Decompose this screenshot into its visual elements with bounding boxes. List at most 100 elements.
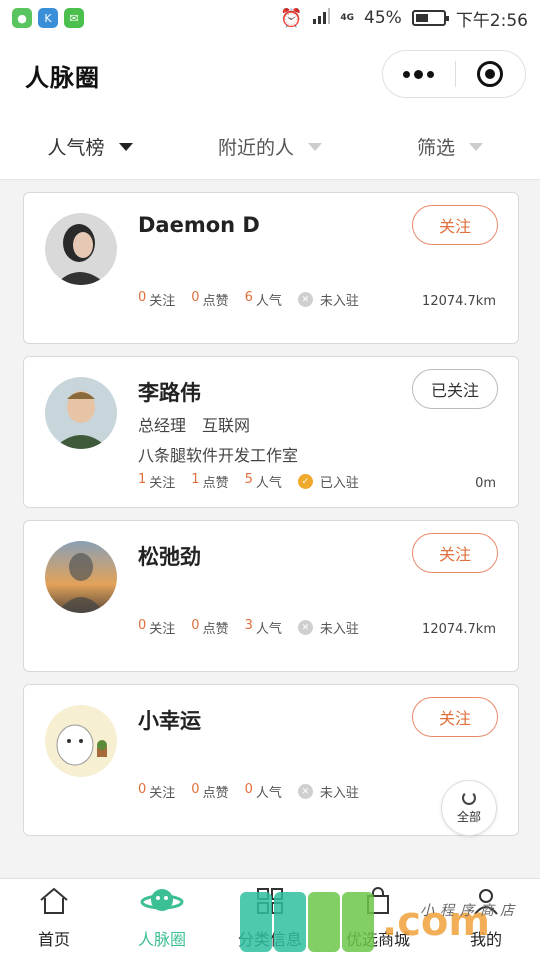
like-count: 1 (191, 472, 200, 487)
like-label: 点赞 (202, 622, 229, 637)
battery-icon (411, 10, 449, 26)
company-name: 八条腿软件开发工作室 (138, 446, 299, 465)
contact-stats: 0 关注 0 点赞 0 人气 ✕ 未入驻 (138, 782, 359, 801)
avatar[interactable] (45, 213, 117, 285)
tab-bar: 首页 人脉圈 分类信息 优选商城 我的 (0, 878, 540, 960)
alarm-icon: ⏰ (279, 7, 303, 29)
join-status: 未入驻 (319, 622, 359, 637)
job-title: 总经理 互联网 (138, 416, 251, 435)
status-bar: ● K ✉ ⏰ 4G 45% 下午2:56 (0, 0, 540, 36)
follow-label: 关注 (149, 294, 176, 309)
distance: 12074.7km (422, 294, 496, 309)
join-status: 未入驻 (319, 786, 359, 801)
show-all-label: 全部 (456, 810, 481, 824)
follow-button[interactable]: 关注 (412, 205, 498, 245)
signal-icon (312, 7, 331, 29)
filter-label: 人气榜 (47, 137, 105, 159)
contact-card[interactable]: 松弛劲 关注 0 关注 0 点赞 3 人气 ✕ 未入驻 12074.7km (23, 520, 519, 672)
caret-down-icon (308, 142, 322, 151)
tab-network[interactable]: 人脉圈 (108, 879, 216, 960)
show-all-button[interactable]: 全部 (441, 780, 497, 836)
contact-name: 松弛劲 (138, 545, 201, 569)
like-count: 0 (191, 782, 200, 797)
filter-label: 附近的人 (217, 137, 294, 159)
clock: 下午2:56 (455, 10, 528, 31)
joined-check-icon: ✓ (297, 474, 313, 489)
popularity-count: 6 (244, 290, 253, 305)
follow-label: 关注 (149, 786, 176, 801)
follow-label: 关注 (149, 622, 176, 637)
popularity-label: 人气 (255, 622, 282, 637)
tab-label: 首页 (37, 930, 70, 949)
like-label: 点赞 (202, 786, 229, 801)
follow-count: 0 (138, 290, 147, 305)
like-label: 点赞 (202, 476, 229, 491)
popularity-count: 3 (244, 618, 253, 633)
popularity-label: 人气 (255, 786, 282, 801)
refresh-icon (462, 791, 476, 805)
k-app-icon: K (38, 8, 58, 28)
tab-profile[interactable]: 我的 (432, 879, 540, 960)
close-mini-program-icon[interactable] (456, 61, 526, 87)
distance: 12074.7km (422, 622, 496, 637)
join-status: 未入驻 (319, 294, 359, 309)
grid-icon (255, 886, 285, 920)
contact-name: 李路伟 (138, 381, 201, 405)
avatar[interactable] (45, 705, 117, 777)
follow-count: 0 (138, 618, 147, 633)
popularity-label: 人气 (255, 476, 282, 491)
like-count: 0 (191, 618, 200, 633)
not-joined-icon: ✕ (297, 292, 313, 307)
filter-popularity[interactable]: 人气榜 (0, 133, 180, 160)
user-icon (471, 886, 501, 920)
tab-label: 优选商城 (345, 930, 410, 949)
like-label: 点赞 (202, 294, 229, 309)
popularity-count: 0 (244, 782, 253, 797)
tab-label: 人脉圈 (137, 930, 186, 949)
tab-home[interactable]: 首页 (0, 879, 108, 960)
contact-name: 小幸运 (138, 709, 201, 733)
tab-label: 分类信息 (237, 930, 302, 949)
filter-screen[interactable]: 筛选 (360, 133, 540, 160)
avatar[interactable] (45, 541, 117, 613)
follow-count: 1 (138, 472, 147, 487)
filter-label: 筛选 (416, 137, 455, 159)
tab-mall[interactable]: 优选商城 (324, 879, 432, 960)
avatar[interactable] (45, 377, 117, 449)
filter-bar: 人气榜 附近的人 筛选 (0, 114, 540, 180)
follow-button[interactable]: 关注 (412, 533, 498, 573)
wechat-mini-icon: ● (12, 8, 32, 28)
contact-name: Daemon D (138, 213, 260, 237)
tab-categories[interactable]: 分类信息 (216, 879, 324, 960)
like-count: 0 (191, 290, 200, 305)
notification-icons: ● K ✉ (12, 8, 84, 28)
contact-stats: 0 关注 0 点赞 3 人气 ✕ 未入驻 (138, 618, 359, 637)
bag-icon (363, 886, 393, 920)
follow-count: 0 (138, 782, 147, 797)
distance: 0m (475, 476, 496, 491)
home-icon (38, 886, 70, 920)
followed-button[interactable]: 已关注 (412, 369, 498, 409)
wechat-icon: ✉ (64, 8, 84, 28)
more-menu-icon[interactable] (383, 69, 455, 79)
not-joined-icon: ✕ (297, 784, 313, 799)
contact-stats: 0 关注 0 点赞 6 人气 ✕ 未入驻 (138, 290, 359, 309)
popularity-label: 人气 (255, 294, 282, 309)
title-bar: 人脉圈 (0, 36, 540, 114)
follow-button[interactable]: 关注 (412, 697, 498, 737)
battery-percent: 45% (364, 8, 402, 28)
join-status: 已入驻 (319, 476, 359, 491)
contact-card[interactable]: 李路伟 已关注 总经理 互联网 八条腿软件开发工作室 1 关注 1 点赞 5 人气 ✓… (23, 356, 519, 508)
mini-program-capsule (382, 50, 526, 98)
filter-nearby[interactable]: 附近的人 (180, 133, 360, 160)
follow-label: 关注 (149, 476, 176, 491)
popularity-count: 5 (244, 472, 253, 487)
contact-card[interactable]: Daemon D 关注 0 关注 0 点赞 6 人气 ✕ 未入驻 12074.7km (23, 192, 519, 344)
page-title: 人脉圈 (25, 63, 100, 92)
tab-label: 我的 (469, 930, 502, 949)
caret-down-icon (469, 142, 483, 151)
planet-icon (140, 886, 184, 920)
not-joined-icon: ✕ (297, 620, 313, 635)
contact-stats: 1 关注 1 点赞 5 人气 ✓ 已入驻 (138, 472, 359, 491)
network-type: 4G (340, 13, 355, 23)
